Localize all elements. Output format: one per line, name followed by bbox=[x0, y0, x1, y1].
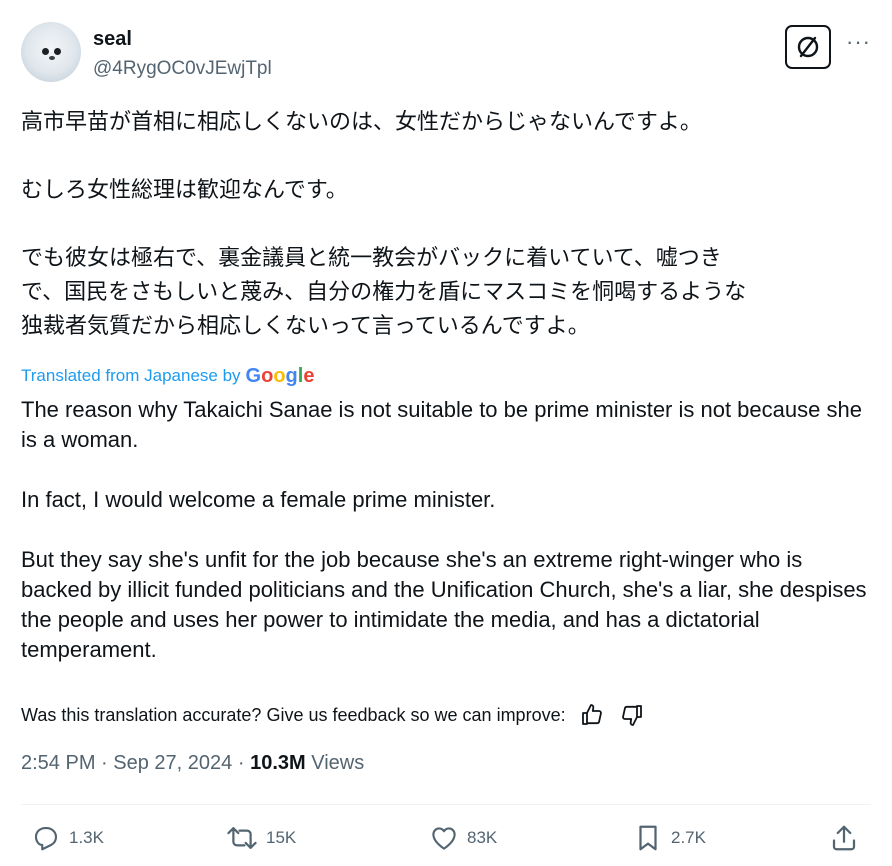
views-count: 10.3M bbox=[250, 752, 306, 774]
bookmark-icon bbox=[639, 825, 657, 851]
tweet-date[interactable]: Sep 27, 2024 bbox=[113, 752, 232, 774]
original-paragraph: むしろ女性総理は歓迎なんです。 bbox=[21, 178, 348, 203]
translated-paragraph: The reason why Takaichi Sanae is not sui… bbox=[21, 397, 862, 452]
tweet: seal @4RygOC0vJEwjTpl ··· 高市早苗が首相に相応しくない… bbox=[0, 0, 892, 866]
reply-icon bbox=[34, 826, 58, 851]
tweet-header: seal @4RygOC0vJEwjTpl ··· bbox=[21, 22, 871, 86]
retweet-button[interactable]: 15K bbox=[226, 823, 296, 853]
google-logo: Google bbox=[245, 364, 315, 387]
action-bar: 1.3K 15K 83K 2.7K bbox=[21, 823, 871, 863]
reply-button[interactable]: 1.3K bbox=[31, 823, 104, 853]
original-paragraph: でも彼女は極右で、裏金議員と統一教会がバックに着いていて、嘘つき で、国民をさも… bbox=[21, 246, 747, 339]
divider bbox=[21, 804, 871, 805]
grok-slash-icon[interactable] bbox=[785, 25, 831, 69]
like-icon bbox=[432, 827, 456, 850]
tweet-time[interactable]: 2:54 PM bbox=[21, 752, 95, 774]
retweet-count: 15K bbox=[266, 828, 297, 847]
original-paragraph: 高市早苗が首相に相応しくないのは、女性だからじゃないんですよ。 bbox=[21, 110, 702, 135]
share-icon[interactable] bbox=[829, 823, 867, 853]
bookmark-button[interactable]: 2.7K bbox=[633, 823, 706, 853]
translated-text: The reason why Takaichi Sanae is not sui… bbox=[21, 395, 871, 665]
like-count: 83K bbox=[467, 828, 498, 847]
feedback-prompt: Was this translation accurate? Give us f… bbox=[21, 704, 566, 725]
like-button[interactable]: 83K bbox=[429, 823, 497, 853]
translation-feedback: Was this translation accurate? Give us f… bbox=[21, 701, 646, 729]
translation-attribution: Translated from Japanese by Google bbox=[21, 362, 314, 390]
translated-paragraph: But they say she's unfit for the job bec… bbox=[21, 547, 867, 662]
author-handle[interactable]: @4RygOC0vJEwjTpl bbox=[93, 58, 272, 80]
thumbs-down-icon[interactable] bbox=[618, 701, 646, 729]
translated-paragraph: In fact, I would welcome a female prime … bbox=[21, 487, 496, 512]
author-name[interactable]: seal bbox=[93, 28, 132, 51]
views-label: Views bbox=[311, 752, 365, 774]
retweet-icon bbox=[227, 827, 257, 849]
more-icon[interactable]: ··· bbox=[846, 31, 871, 53]
tweet-meta: 2:54 PM · Sep 27, 2024 · 10.3M Views bbox=[21, 752, 365, 774]
avatar[interactable] bbox=[21, 22, 81, 82]
translated-label: Translated from Japanese by bbox=[21, 366, 241, 385]
bookmark-count: 2.7K bbox=[671, 828, 706, 847]
thumbs-up-icon[interactable] bbox=[578, 701, 606, 729]
original-text: 高市早苗が首相に相応しくないのは、女性だからじゃないんですよ。 むしろ女性総理は… bbox=[21, 106, 871, 344]
reply-count: 1.3K bbox=[69, 828, 104, 847]
